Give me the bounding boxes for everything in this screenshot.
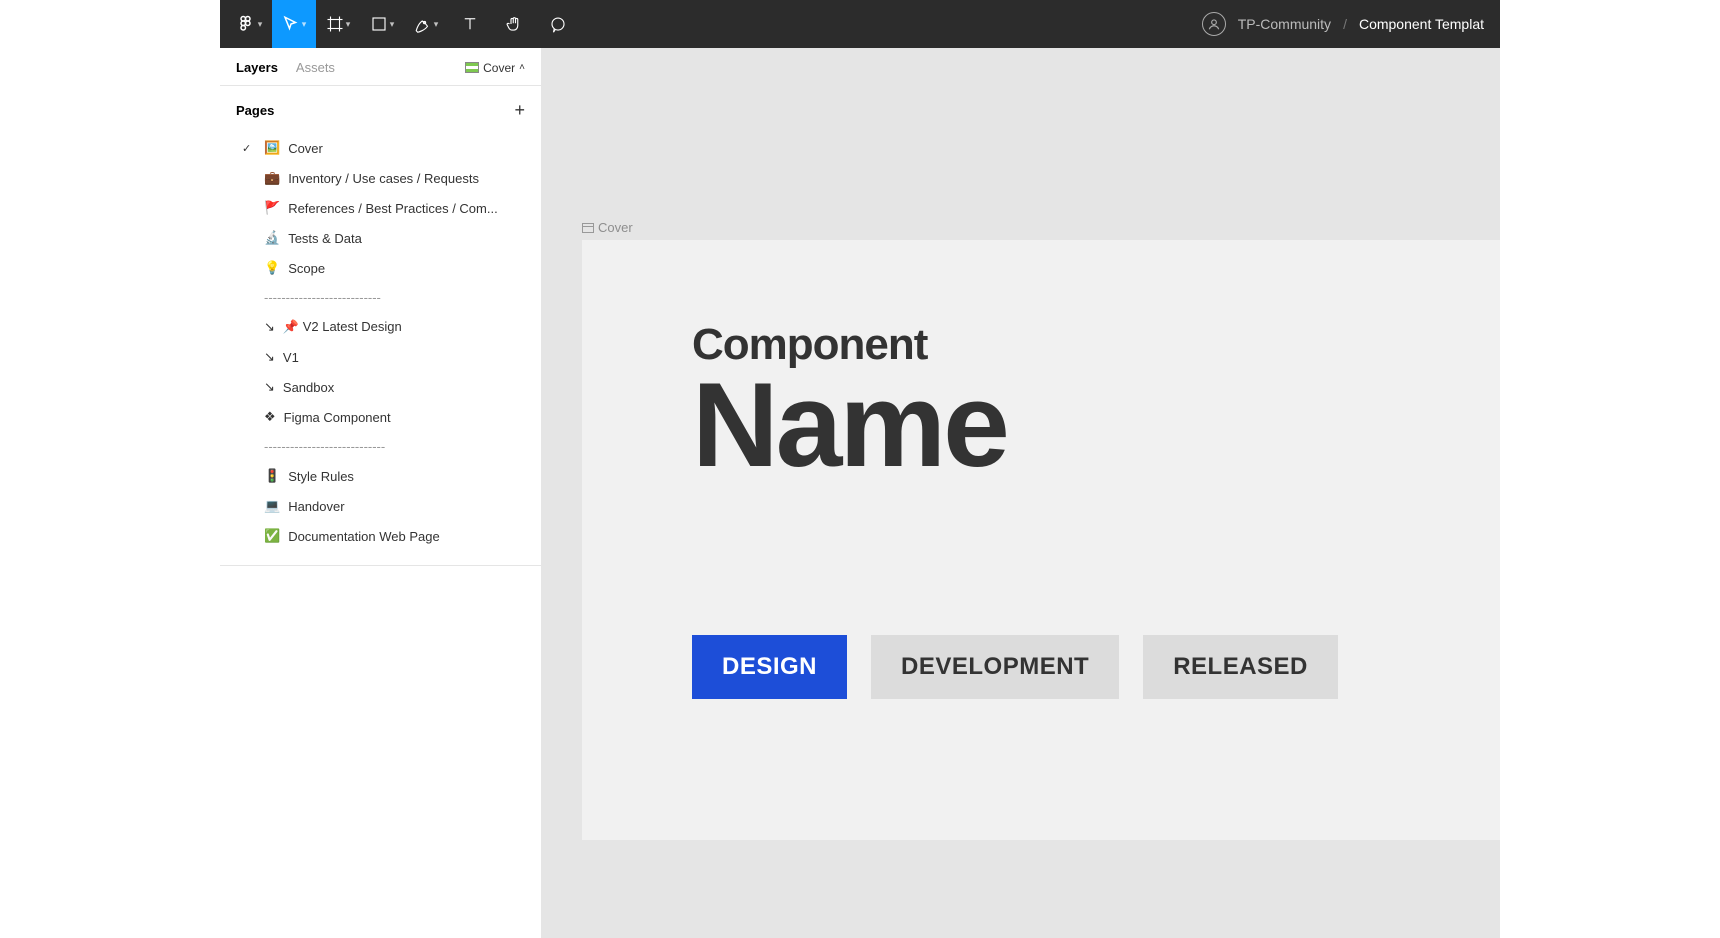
toolbar-right: TP-Community / Component Templat [1202, 12, 1492, 36]
page-item[interactable]: 🚩 References / Best Practices / Com... [220, 193, 541, 223]
page-label: Inventory / Use cases / Requests [288, 171, 479, 186]
frame-nav-dropdown[interactable]: Cover ˄ [465, 61, 525, 75]
page-label: 📌 V2 Latest Design [283, 319, 402, 335]
figma-menu-button[interactable]: ▾ [228, 0, 272, 48]
page-emoji-icon: 💻 [264, 498, 280, 514]
breadcrumb-separator: / [1343, 16, 1347, 32]
page-emoji-icon: ✅ [264, 528, 280, 544]
status-badge-development: DEVELOPMENT [871, 635, 1119, 699]
page-list: ✓ 🖼️ Cover 💼 Inventory / Use cases / Request… [220, 131, 541, 566]
page-label: Sandbox [283, 380, 334, 395]
page-label: Style Rules [288, 469, 354, 484]
page-emoji-icon: ↘ [264, 349, 275, 365]
app-root: ▾ ▾ ▾ ▾ ▾ TP-Commu [0, 0, 1720, 938]
page-label: Documentation Web Page [288, 529, 440, 544]
page-item[interactable]: ✓ 🖼️ Cover [220, 133, 541, 163]
page-emoji-icon: ❖ [264, 409, 276, 425]
page-emoji-icon: 🚦 [264, 468, 280, 484]
page-item[interactable]: 💻 Handover [220, 491, 541, 521]
page-item[interactable]: ↘ Sandbox [220, 372, 541, 402]
page-emoji-icon: 🖼️ [264, 140, 280, 156]
pages-title: Pages [236, 103, 274, 118]
tab-assets[interactable]: Assets [296, 60, 335, 75]
page-item[interactable]: ❖ Figma Component [220, 402, 541, 432]
page-emoji-icon: ↘ [264, 319, 275, 335]
move-tool-button[interactable]: ▾ [272, 0, 316, 48]
cover-frame[interactable]: Component Name DESIGNDEVELOPMENTRELEASED [582, 240, 1500, 840]
shape-tool-button[interactable]: ▾ [360, 0, 404, 48]
frame-nav-label: Cover [483, 61, 515, 75]
chevron-down-icon: ▾ [346, 19, 351, 30]
page-emoji-icon: ↘ [264, 379, 275, 395]
pages-header: Pages + [220, 86, 541, 131]
page-label: Cover [288, 141, 323, 156]
hand-tool-button[interactable] [492, 0, 536, 48]
chevron-up-icon: ˄ [519, 62, 525, 73]
tab-layers[interactable]: Layers [236, 60, 278, 75]
panel-tabs: Layers Assets Cover ˄ [220, 48, 541, 86]
main-toolbar: ▾ ▾ ▾ ▾ ▾ TP-Commu [220, 0, 1500, 48]
page-item[interactable]: 🔬 Tests & Data [220, 223, 541, 253]
check-icon: ✓ [242, 142, 251, 155]
page-label: Handover [288, 499, 344, 514]
breadcrumb-team[interactable]: TP-Community [1238, 16, 1331, 32]
page-label: Figma Component [284, 410, 391, 425]
page-emoji-icon: 💡 [264, 260, 280, 276]
page-emoji-icon: 🚩 [264, 200, 280, 216]
frame-label[interactable]: Cover [582, 220, 633, 235]
chevron-down-icon: ▾ [302, 19, 307, 30]
page-item[interactable]: 💡 Scope [220, 253, 541, 283]
page-emoji-icon: 💼 [264, 170, 280, 186]
add-page-button[interactable]: + [514, 100, 525, 121]
page-item[interactable]: ↘ V1 [220, 342, 541, 372]
page-divider: ---------------------------- [220, 432, 541, 461]
text-tool-button[interactable] [448, 0, 492, 48]
page-label: Tests & Data [288, 231, 362, 246]
user-avatar[interactable] [1202, 12, 1226, 36]
page-item[interactable]: 🚦 Style Rules [220, 461, 541, 491]
status-row: DESIGN DEVELOPMENT RELEASED [692, 635, 1390, 699]
status-badge-released: RELEASED [1143, 635, 1338, 699]
frame-label-text: Cover [598, 220, 633, 235]
page-label: References / Best Practices / Com... [288, 201, 498, 216]
cover-thumbnail-icon [465, 62, 479, 73]
comment-tool-button[interactable] [536, 0, 580, 48]
cover-title-big: Name [692, 365, 1390, 485]
chevron-down-icon: ▾ [390, 19, 395, 30]
chevron-down-icon: ▾ [434, 19, 439, 30]
page-label: V1 [283, 350, 299, 365]
page-item[interactable]: 💼 Inventory / Use cases / Requests [220, 163, 541, 193]
page-label: Scope [288, 261, 325, 276]
breadcrumb-file[interactable]: Component Templat [1359, 16, 1484, 32]
page-emoji-icon: 🔬 [264, 230, 280, 246]
page-item[interactable]: ✅ Documentation Web Page [220, 521, 541, 551]
body: Layers Assets Cover ˄ Pages + ✓ 🖼️ Cover 💼 I… [220, 48, 1500, 938]
page-item[interactable]: ↘ 📌 V2 Latest Design [220, 312, 541, 342]
left-panel: Layers Assets Cover ˄ Pages + ✓ 🖼️ Cover 💼 I… [220, 48, 542, 938]
frame-icon [582, 223, 594, 233]
page-divider: --------------------------- [220, 283, 541, 312]
frame-tool-button[interactable]: ▾ [316, 0, 360, 48]
pen-tool-button[interactable]: ▾ [404, 0, 448, 48]
status-badge-design: DESIGN [692, 635, 847, 699]
canvas[interactable]: Cover Component Name DESIGNDEVELOPMENTRE… [542, 48, 1500, 938]
chevron-down-icon: ▾ [258, 19, 263, 30]
